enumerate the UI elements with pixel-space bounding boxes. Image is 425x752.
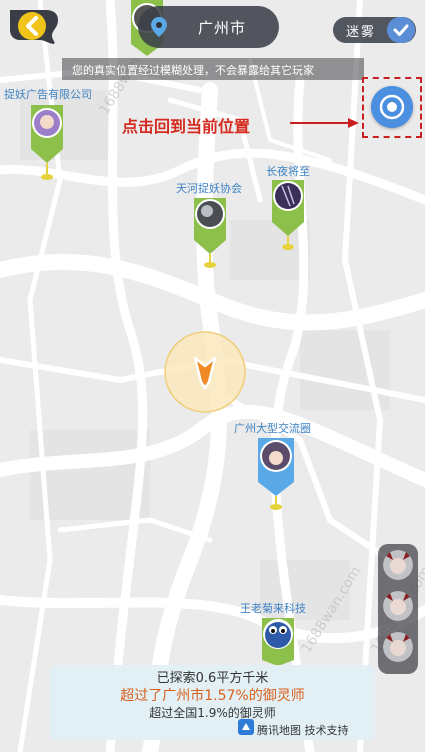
pin-label-5: 王老菊来科技 — [240, 602, 306, 615]
map-pin-4[interactable] — [256, 436, 296, 512]
pin-label-2: 天河捉妖协会 — [176, 182, 242, 195]
pin-label-3: 长夜将至 — [266, 165, 310, 178]
national-rank: 超过全国1.9%的御灵师 — [149, 706, 276, 720]
map-credit: 腾讯地图 技术支持 — [257, 724, 349, 737]
map-pin-3[interactable] — [270, 178, 306, 252]
player-avatar-3[interactable] — [383, 632, 413, 662]
arrow-right-icon — [290, 118, 359, 128]
map-screen: 1688wan 1688wan.com 1688wan.com 广州市 迷雾 您… — [0, 0, 425, 752]
checkmark-icon[interactable] — [387, 17, 415, 43]
city-rank: 超过了广州市1.57%的御灵师 — [120, 688, 305, 704]
locate-button[interactable] — [371, 86, 413, 128]
tencent-map-logo-icon — [238, 719, 254, 735]
explored-area: 已探索0.6平方千米 — [156, 671, 269, 686]
map-pin-1[interactable] — [29, 101, 65, 183]
privacy-notice: 您的真实位置经过模糊处理，不会暴露给其它玩家 — [72, 64, 314, 77]
pin-label-4: 广州大型交流圈 — [234, 422, 311, 435]
pin-label-1: 捉妖广告有限公司 — [4, 88, 92, 101]
back-button[interactable] — [6, 6, 62, 46]
fog-toggle-label: 迷雾 — [346, 25, 377, 40]
city-name: 广州市 — [198, 19, 247, 37]
map-pin-5[interactable] — [260, 616, 296, 666]
locate-hint: 点击回到当前位置 — [122, 117, 251, 136]
player-location-marker[interactable] — [163, 330, 247, 414]
player-avatar-1[interactable] — [383, 550, 413, 580]
location-pin-icon — [151, 17, 167, 37]
player-avatar-2[interactable] — [383, 591, 413, 621]
map-pin-2[interactable] — [192, 196, 228, 270]
